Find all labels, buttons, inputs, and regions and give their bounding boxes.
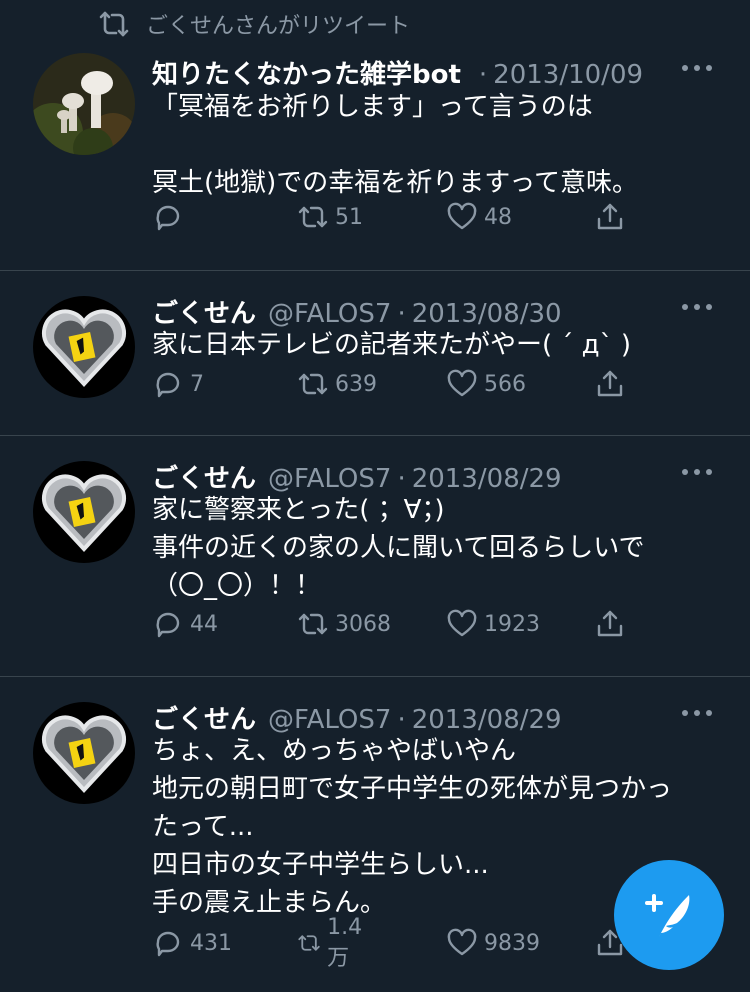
display-name[interactable]: ごくせん	[152, 458, 256, 495]
retweet-banner-text: ごくせんさんがリツイート	[146, 14, 411, 39]
tweet-date[interactable]: 2013/08/30	[412, 299, 562, 329]
share-button[interactable]	[594, 368, 626, 400]
reply-count: 7	[190, 371, 204, 397]
reply-icon	[156, 931, 180, 957]
share-button[interactable]	[594, 201, 626, 233]
reply-icon	[156, 372, 180, 398]
user-handle[interactable]: @FALOS7	[268, 299, 391, 329]
reply-button[interactable]	[152, 201, 190, 233]
share-icon	[597, 610, 623, 637]
retweet-button[interactable]: 3068	[297, 608, 391, 640]
tweet-date[interactable]: 2013/08/29	[412, 705, 562, 735]
tweet-text: 家に日本テレビの記者来たがやー( ´ д` )	[152, 330, 632, 360]
tweet-date[interactable]: 2013/08/29	[412, 464, 562, 494]
tweet-text: 家に警察来とった( ；∀；) 事件の近くの家の人に聞いて回るらしいで （〇_〇）…	[152, 495, 645, 601]
heart-icon	[447, 609, 477, 637]
share-button[interactable]	[594, 608, 626, 640]
more-options-icon[interactable]	[682, 467, 712, 477]
more-options-icon[interactable]	[682, 708, 712, 718]
user-handle[interactable]: @FALOS7	[268, 464, 391, 494]
heart-icon	[447, 369, 477, 397]
reply-button[interactable]: 44	[152, 608, 218, 640]
more-options-icon[interactable]	[682, 302, 712, 312]
separator-dot: ·	[397, 705, 406, 735]
like-count: 1923	[484, 611, 540, 637]
more-options-icon[interactable]	[682, 63, 712, 73]
tweet-header: ごくせん @FALOS7 · 2013/08/30	[152, 293, 660, 330]
tweet-card[interactable]: ごくせん @FALOS7 · 2013/08/29 家に警察来とった( ；∀；)…	[0, 436, 750, 677]
like-button[interactable]: 566	[446, 368, 526, 400]
heart-icon	[447, 928, 477, 956]
ferrari-heart-avatar-image	[33, 702, 135, 804]
tweet-header: ごくせん @FALOS7 · 2013/08/29	[152, 699, 660, 736]
tweet-header: 知りたくなかった雑学bot · 2013/10/09	[152, 54, 660, 91]
avatar[interactable]	[33, 702, 135, 804]
avatar[interactable]	[33, 296, 135, 398]
separator-dot: ·	[478, 60, 488, 90]
reply-count: 431	[190, 930, 232, 956]
user-handle[interactable]: @FALOS7	[268, 705, 391, 735]
retweet-icon	[298, 935, 320, 951]
tweet-card[interactable]: ごくせんさんがリツイート 知りたくなかった雑学bot · 2013/10/09 …	[0, 0, 750, 271]
display-name[interactable]: ごくせん	[152, 699, 256, 736]
like-button[interactable]: 1923	[446, 608, 540, 640]
like-count: 9839	[484, 930, 540, 956]
retweet-icon	[298, 373, 328, 395]
reply-button[interactable]: 431	[152, 927, 232, 959]
mushroom-avatar-image	[33, 53, 135, 155]
tweet-card[interactable]: ごくせん @FALOS7 · 2013/08/30 家に日本テレビの記者来たがや…	[0, 271, 750, 436]
reply-icon	[156, 205, 180, 231]
avatar[interactable]	[33, 461, 135, 563]
avatar[interactable]	[33, 53, 135, 155]
retweet-button[interactable]: 51	[297, 201, 363, 233]
retweet-count: 1.4万	[327, 914, 363, 971]
retweet-icon	[298, 613, 328, 635]
share-icon	[597, 203, 623, 230]
like-count: 48	[484, 204, 512, 230]
reply-button[interactable]: 7	[152, 368, 204, 400]
retweet-icon	[298, 206, 328, 228]
like-count: 566	[484, 371, 526, 397]
ferrari-heart-avatar-image	[33, 461, 135, 563]
heart-icon	[447, 202, 477, 230]
reply-count: 44	[190, 611, 218, 637]
retweet-count: 51	[335, 204, 363, 230]
tweet-text: 「冥福をお祈りします」って言うのは 冥土(地獄)での幸福を祈りますって意味。	[152, 92, 638, 198]
retweet-count: 3068	[335, 611, 391, 637]
retweet-icon	[99, 11, 129, 37]
compose-tweet-button[interactable]	[614, 860, 724, 970]
tweet-date[interactable]: 2013/10/09	[493, 60, 643, 90]
ferrari-heart-avatar-image	[33, 296, 135, 398]
reply-icon	[156, 612, 180, 638]
separator-dot: ·	[397, 464, 406, 494]
display-name[interactable]: 知りたくなかった雑学bot	[152, 54, 461, 91]
retweet-button[interactable]: 639	[297, 368, 377, 400]
compose-tweet-icon	[645, 894, 690, 937]
retweet-button[interactable]: 1.4万	[297, 915, 370, 972]
separator-dot: ·	[397, 299, 406, 329]
display-name[interactable]: ごくせん	[152, 293, 256, 330]
like-button[interactable]: 9839	[446, 927, 540, 959]
share-icon	[597, 370, 623, 397]
like-button[interactable]: 48	[446, 201, 512, 233]
retweet-count: 639	[335, 371, 377, 397]
retweet-banner: ごくせんさんがリツイート	[98, 8, 410, 40]
tweet-header: ごくせん @FALOS7 · 2013/08/29	[152, 458, 660, 495]
